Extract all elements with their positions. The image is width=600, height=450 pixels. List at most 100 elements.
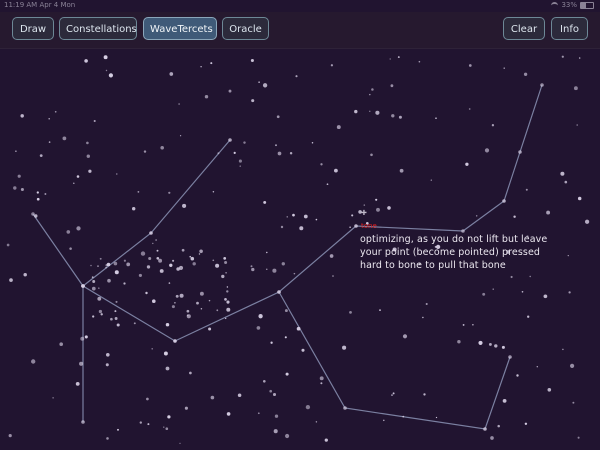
star [462,323,465,326]
star [228,89,232,93]
star [145,291,148,295]
star [285,433,290,439]
constellation-line [278,291,511,430]
star [280,225,284,229]
star [263,200,267,204]
star [311,141,314,144]
star [152,299,156,303]
star [576,124,578,126]
star [343,406,347,410]
star [523,72,528,76]
star [155,239,157,241]
oracle-button[interactable]: Oracle [222,17,269,40]
star [44,193,47,195]
star [289,151,293,155]
star [492,288,494,290]
star [266,251,268,254]
star [179,442,181,445]
star [529,275,531,278]
star [108,73,113,78]
cursor-icon: ✚ [361,209,367,217]
star [81,284,85,288]
star [48,117,50,120]
star [375,110,380,115]
star [547,388,552,392]
star [577,436,580,439]
star [402,415,405,418]
star [536,365,539,368]
star [239,165,241,167]
star [189,371,192,375]
star [525,188,528,191]
star [184,406,188,410]
star [295,75,298,78]
star [167,415,171,419]
star [570,363,575,368]
star [212,191,215,193]
star [216,309,219,312]
star [262,83,268,88]
star [472,323,474,326]
star [52,397,54,399]
star [208,299,211,302]
star [518,150,522,154]
star [181,248,185,252]
star [114,317,118,320]
wavetercets-button[interactable]: WaveTercets [143,17,217,40]
star [97,296,102,301]
star [69,247,72,250]
tercet-text: optimizing, as you do not lift but leave… [360,234,548,271]
star [165,322,170,327]
constellations-button[interactable]: Constellations [59,17,137,40]
star [146,265,151,269]
star [324,438,328,442]
star [277,290,281,294]
star [299,226,304,231]
star [149,231,153,235]
star [31,212,35,216]
star [147,423,150,426]
star [568,291,571,294]
star [199,291,204,296]
star [478,340,483,345]
star [349,311,352,314]
star [36,191,39,194]
star [564,180,568,184]
star [225,271,227,274]
star [250,265,253,268]
star [303,214,308,219]
star [172,259,175,262]
star [237,393,242,398]
star [293,272,296,275]
star [567,254,569,257]
star [402,334,408,339]
star [465,162,469,166]
star [391,114,395,118]
star [387,206,391,210]
draw-button[interactable]: Draw [12,17,54,40]
star [286,216,288,218]
toolbar: Draw Constellations WaveTercets Oracle C… [0,12,600,49]
star [226,307,231,312]
star [497,424,500,428]
star [165,366,170,371]
clear-button[interactable]: Clear [503,17,545,40]
star [376,207,380,212]
star [379,309,381,312]
star [23,272,27,277]
status-date-text: Apr 4 Mon [39,1,76,9]
star [375,198,378,201]
star [342,345,347,350]
star [399,168,404,173]
star [148,256,152,261]
star [169,72,174,76]
star [270,341,273,344]
info-button[interactable]: Info [551,17,588,40]
star [139,421,142,424]
star [123,282,126,285]
star [117,428,119,431]
star [326,183,329,186]
star [116,323,120,327]
star [151,348,153,350]
star [168,282,171,284]
